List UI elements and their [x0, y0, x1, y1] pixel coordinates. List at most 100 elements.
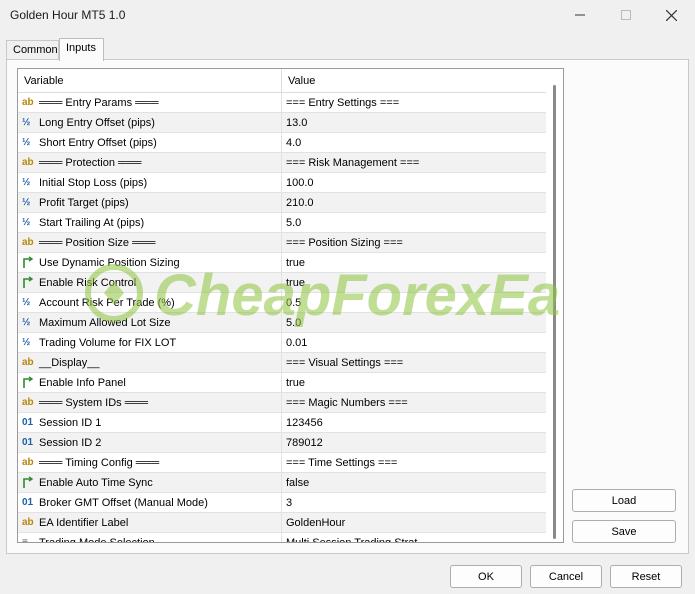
table-row[interactable]: ab ═══ Position Size ═══ === Position Sizi… — [18, 233, 546, 253]
variable-value[interactable]: GoldenHour — [286, 517, 345, 529]
variable-value[interactable]: === Magic Numbers === — [286, 397, 408, 409]
table-row[interactable]: ½ Short Entry Offset (pips) 4.0 — [18, 133, 546, 153]
variable-value[interactable]: === Position Sizing === — [286, 237, 403, 249]
scrollbar-thumb[interactable] — [553, 85, 556, 539]
table-row[interactable]: ½ Profit Target (pips) 210.0 — [18, 193, 546, 213]
cell-divider — [281, 153, 282, 173]
variable-name: Broker GMT Offset (Manual Mode) — [39, 497, 208, 509]
integer-type-icon: 01 — [22, 497, 34, 508]
variable-value[interactable]: true — [286, 257, 305, 269]
string-type-icon: ab — [22, 237, 34, 248]
cell-divider — [281, 133, 282, 153]
window-title: Golden Hour MT5 1.0 — [10, 8, 126, 22]
variable-value[interactable]: === Risk Management === — [286, 157, 419, 169]
double-type-icon: ½ — [22, 177, 31, 188]
table-row[interactable]: ab ═══ Entry Params ═══ === Entry Settings… — [18, 93, 546, 113]
variable-name: Profit Target (pips) — [39, 197, 129, 209]
table-row[interactable]: ab ═══ System IDs ═══ === Magic Numbers ==… — [18, 393, 546, 413]
cell-divider — [281, 373, 282, 393]
string-type-icon: ab — [22, 157, 34, 168]
save-button[interactable]: Save — [572, 520, 676, 543]
variable-value[interactable]: 13.0 — [286, 117, 307, 129]
load-button[interactable]: Load — [572, 489, 676, 512]
cancel-button[interactable]: Cancel — [530, 565, 602, 588]
table-row[interactable]: Enable Risk Control true — [18, 273, 546, 293]
tab-common[interactable]: Common — [6, 40, 59, 60]
variable-name: Use Dynamic Position Sizing — [39, 257, 180, 269]
variable-value[interactable]: false — [286, 477, 309, 489]
variable-value[interactable]: 5.0 — [286, 317, 301, 329]
variable-value[interactable]: 0.01 — [286, 337, 307, 349]
title-bar: Golden Hour MT5 1.0 — [0, 0, 695, 32]
minimize-icon[interactable] — [557, 4, 603, 26]
reset-button[interactable]: Reset — [610, 565, 682, 588]
ok-button[interactable]: OK — [450, 565, 522, 588]
cell-divider — [281, 333, 282, 353]
bool-type-icon — [22, 276, 36, 289]
variable-value[interactable]: 4.0 — [286, 137, 301, 149]
variable-name: Maximum Allowed Lot Size — [39, 317, 171, 329]
table-row[interactable]: ab ═══ Timing Config ═══ === Time Settings… — [18, 453, 546, 473]
cell-divider — [281, 533, 282, 542]
table-row[interactable]: 01 Session ID 1 123456 — [18, 413, 546, 433]
table-row[interactable]: ab ═══ Protection ═══ === Risk Management … — [18, 153, 546, 173]
table-row[interactable]: ½ Maximum Allowed Lot Size 5.0 — [18, 313, 546, 333]
column-divider[interactable] — [281, 69, 282, 93]
maximize-icon — [603, 4, 649, 26]
cell-divider — [281, 173, 282, 193]
table-row[interactable]: ½ Long Entry Offset (pips) 13.0 — [18, 113, 546, 133]
cell-divider — [281, 513, 282, 533]
enum-type-icon: ≡ — [22, 537, 28, 543]
close-icon[interactable] — [648, 4, 694, 26]
variable-name: Short Entry Offset (pips) — [39, 137, 157, 149]
variable-value[interactable]: 3 — [286, 497, 292, 509]
variable-value[interactable]: 100.0 — [286, 177, 314, 189]
table-row[interactable]: 01 Broker GMT Offset (Manual Mode) 3 — [18, 493, 546, 513]
variable-name: ═══ Entry Params ═══ — [39, 97, 159, 109]
variable-value[interactable]: true — [286, 277, 305, 289]
bool-type-icon — [22, 476, 36, 489]
variable-value[interactable]: 210.0 — [286, 197, 314, 209]
grid-header: Variable Value — [18, 69, 546, 93]
variable-name: Trading Volume for FIX LOT — [39, 337, 177, 349]
table-row[interactable]: Enable Auto Time Sync false — [18, 473, 546, 493]
cell-divider — [281, 453, 282, 473]
column-header-variable[interactable]: Variable — [24, 75, 64, 87]
cell-divider — [281, 493, 282, 513]
variable-name: ═══ Position Size ═══ — [39, 237, 156, 249]
variable-value[interactable]: === Entry Settings === — [286, 97, 399, 109]
variable-value[interactable]: === Time Settings === — [286, 457, 397, 469]
cell-divider — [281, 413, 282, 433]
table-row[interactable]: ½ Account Risk Per Trade (%) 0.5 — [18, 293, 546, 313]
variable-value[interactable]: Multi Session Trading Strat — [286, 537, 417, 542]
double-type-icon: ½ — [22, 137, 31, 148]
variable-value[interactable]: 123456 — [286, 417, 323, 429]
table-row[interactable]: Enable Info Panel true — [18, 373, 546, 393]
variable-value[interactable]: true — [286, 377, 305, 389]
string-type-icon: ab — [22, 357, 34, 368]
double-type-icon: ½ — [22, 317, 31, 328]
inputs-grid[interactable]: Variable Value ab ═══ Entry Params ═══ ===… — [17, 68, 564, 543]
table-row[interactable]: ab EA Identifier Label GoldenHour — [18, 513, 546, 533]
table-row[interactable]: ½ Initial Stop Loss (pips) 100.0 — [18, 173, 546, 193]
tab-inputs[interactable]: Inputs — [59, 38, 104, 61]
variable-value[interactable]: === Visual Settings === — [286, 357, 403, 369]
cell-divider — [281, 113, 282, 133]
table-row[interactable]: 01 Session ID 2 789012 — [18, 433, 546, 453]
column-header-value[interactable]: Value — [288, 75, 315, 87]
variable-value[interactable]: 0.5 — [286, 297, 301, 309]
cell-divider — [281, 213, 282, 233]
double-type-icon: ½ — [22, 297, 31, 308]
vertical-scrollbar[interactable] — [546, 69, 563, 542]
string-type-icon: ab — [22, 457, 34, 468]
variable-value[interactable]: 5.0 — [286, 217, 301, 229]
table-row[interactable]: ab __Display__ === Visual Settings === — [18, 353, 546, 373]
variable-name: Session ID 2 — [39, 437, 102, 449]
table-row[interactable]: ≡ Trading Mode Selection Multi Session Tra… — [18, 533, 546, 543]
table-row[interactable]: ½ Start Trailing At (pips) 5.0 — [18, 213, 546, 233]
table-row[interactable]: Use Dynamic Position Sizing true — [18, 253, 546, 273]
variable-value[interactable]: 789012 — [286, 437, 323, 449]
table-row[interactable]: ½ Trading Volume for FIX LOT 0.01 — [18, 333, 546, 353]
double-type-icon: ½ — [22, 337, 31, 348]
bool-type-icon — [22, 376, 36, 389]
